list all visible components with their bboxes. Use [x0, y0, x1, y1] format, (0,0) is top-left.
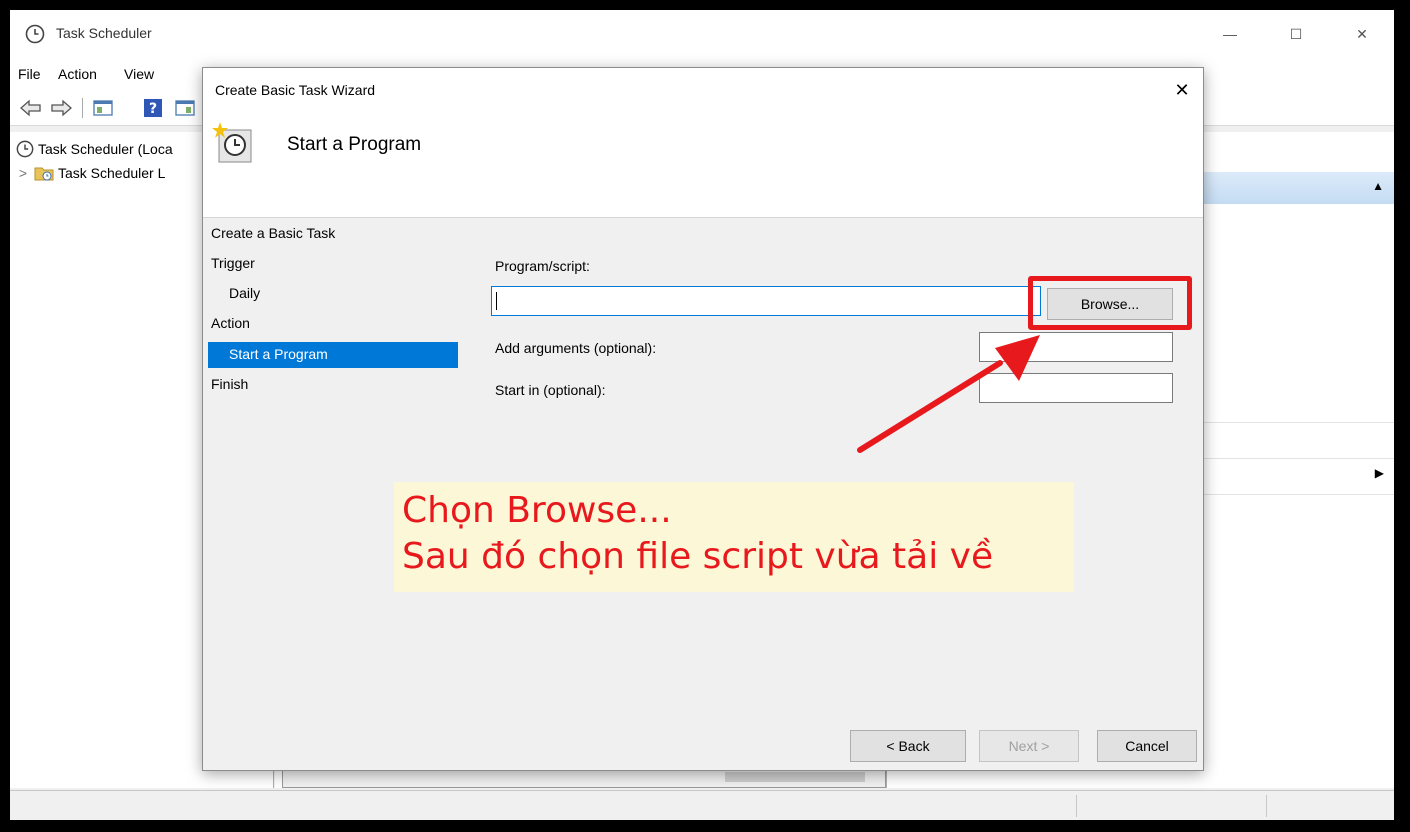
- next-button-label: Next >: [1008, 738, 1050, 754]
- task-clock-icon: [212, 122, 252, 163]
- forward-arrow-icon[interactable]: [48, 98, 74, 118]
- back-button[interactable]: < Back: [850, 730, 966, 762]
- status-divider: [1076, 795, 1077, 817]
- expand-right-icon[interactable]: ▶: [1375, 466, 1384, 480]
- menu-action[interactable]: Action: [58, 66, 97, 82]
- start-in-label: Start in (optional):: [495, 382, 606, 398]
- nav-start-a-program[interactable]: Start a Program: [229, 346, 328, 362]
- nav-daily[interactable]: Daily: [229, 285, 260, 301]
- back-arrow-icon[interactable]: [18, 98, 44, 118]
- create-basic-task-wizard: Create Basic Task Wizard ✕ Start a Progr…: [202, 67, 1204, 771]
- svg-text:?: ?: [149, 101, 157, 117]
- wizard-close-button[interactable]: ✕: [1167, 76, 1197, 104]
- browse-highlight-box: [1028, 276, 1192, 330]
- close-icon: ✕: [1174, 79, 1190, 100]
- callout-line-2: Sau đó chọn file script vừa tải về: [402, 536, 994, 577]
- collapse-up-icon[interactable]: ▲: [1372, 179, 1384, 193]
- maximize-button[interactable]: ☐: [1274, 18, 1318, 50]
- app-title: Task Scheduler: [56, 25, 152, 41]
- nav-action[interactable]: Action: [211, 315, 250, 331]
- wizard-titlebar: Create Basic Task Wizard ✕: [203, 68, 1203, 110]
- tree-item-task-scheduler-library[interactable]: > Task Scheduler L: [16, 164, 166, 182]
- wizard-title: Create Basic Task Wizard: [215, 82, 376, 98]
- cancel-button[interactable]: Cancel: [1097, 730, 1197, 762]
- folder-clock-icon: [34, 167, 54, 181]
- toolbar-separator: [82, 98, 83, 118]
- minimize-button[interactable]: —: [1208, 18, 1252, 50]
- wizard-heading: Start a Program: [287, 134, 422, 155]
- close-window-button[interactable]: ✕: [1340, 18, 1384, 50]
- menu-view[interactable]: View: [124, 66, 154, 82]
- clock-icon: [25, 24, 45, 44]
- minimize-icon: —: [1223, 26, 1237, 42]
- text-caret: [496, 292, 497, 310]
- cancel-button-label: Cancel: [1125, 738, 1169, 754]
- add-arguments-label: Add arguments (optional):: [495, 340, 657, 356]
- show-hide-console-tree-icon[interactable]: [92, 98, 114, 118]
- add-arguments-input[interactable]: [979, 332, 1173, 362]
- nav-trigger[interactable]: Trigger: [211, 255, 255, 271]
- help-icon[interactable]: ?: [142, 98, 164, 118]
- program-script-label: Program/script:: [495, 258, 590, 274]
- instruction-callout: Chọn Browse... Sau đó chọn file script v…: [394, 482, 1074, 592]
- expand-chevron-icon[interactable]: >: [16, 165, 30, 181]
- wizard-header: Start a Program: [203, 110, 1203, 218]
- scrollbar-thumb[interactable]: [725, 772, 865, 782]
- close-icon: ✕: [1356, 25, 1368, 42]
- nav-create-basic-task[interactable]: Create a Basic Task: [211, 225, 335, 241]
- program-script-input[interactable]: [491, 286, 1041, 316]
- nav-finish[interactable]: Finish: [211, 376, 248, 392]
- tree-item-label: Task Scheduler (Loca: [38, 141, 173, 157]
- tree-item-label: Task Scheduler L: [58, 165, 166, 181]
- clock-icon: [16, 140, 34, 158]
- show-hide-action-pane-icon[interactable]: [174, 98, 196, 118]
- start-in-input[interactable]: [979, 373, 1173, 403]
- status-divider: [1266, 795, 1267, 817]
- callout-line-1: Chọn Browse...: [402, 490, 672, 531]
- tree-item-task-scheduler-local[interactable]: Task Scheduler (Loca: [16, 140, 173, 158]
- main-titlebar: Task Scheduler — ☐ ✕: [10, 10, 1394, 60]
- menu-file[interactable]: File: [18, 66, 41, 82]
- maximize-icon: ☐: [1289, 25, 1303, 42]
- next-button: Next >: [979, 730, 1079, 762]
- horizontal-scrollbar[interactable]: [282, 768, 886, 788]
- status-bar: [10, 790, 1394, 820]
- back-button-label: < Back: [886, 738, 930, 754]
